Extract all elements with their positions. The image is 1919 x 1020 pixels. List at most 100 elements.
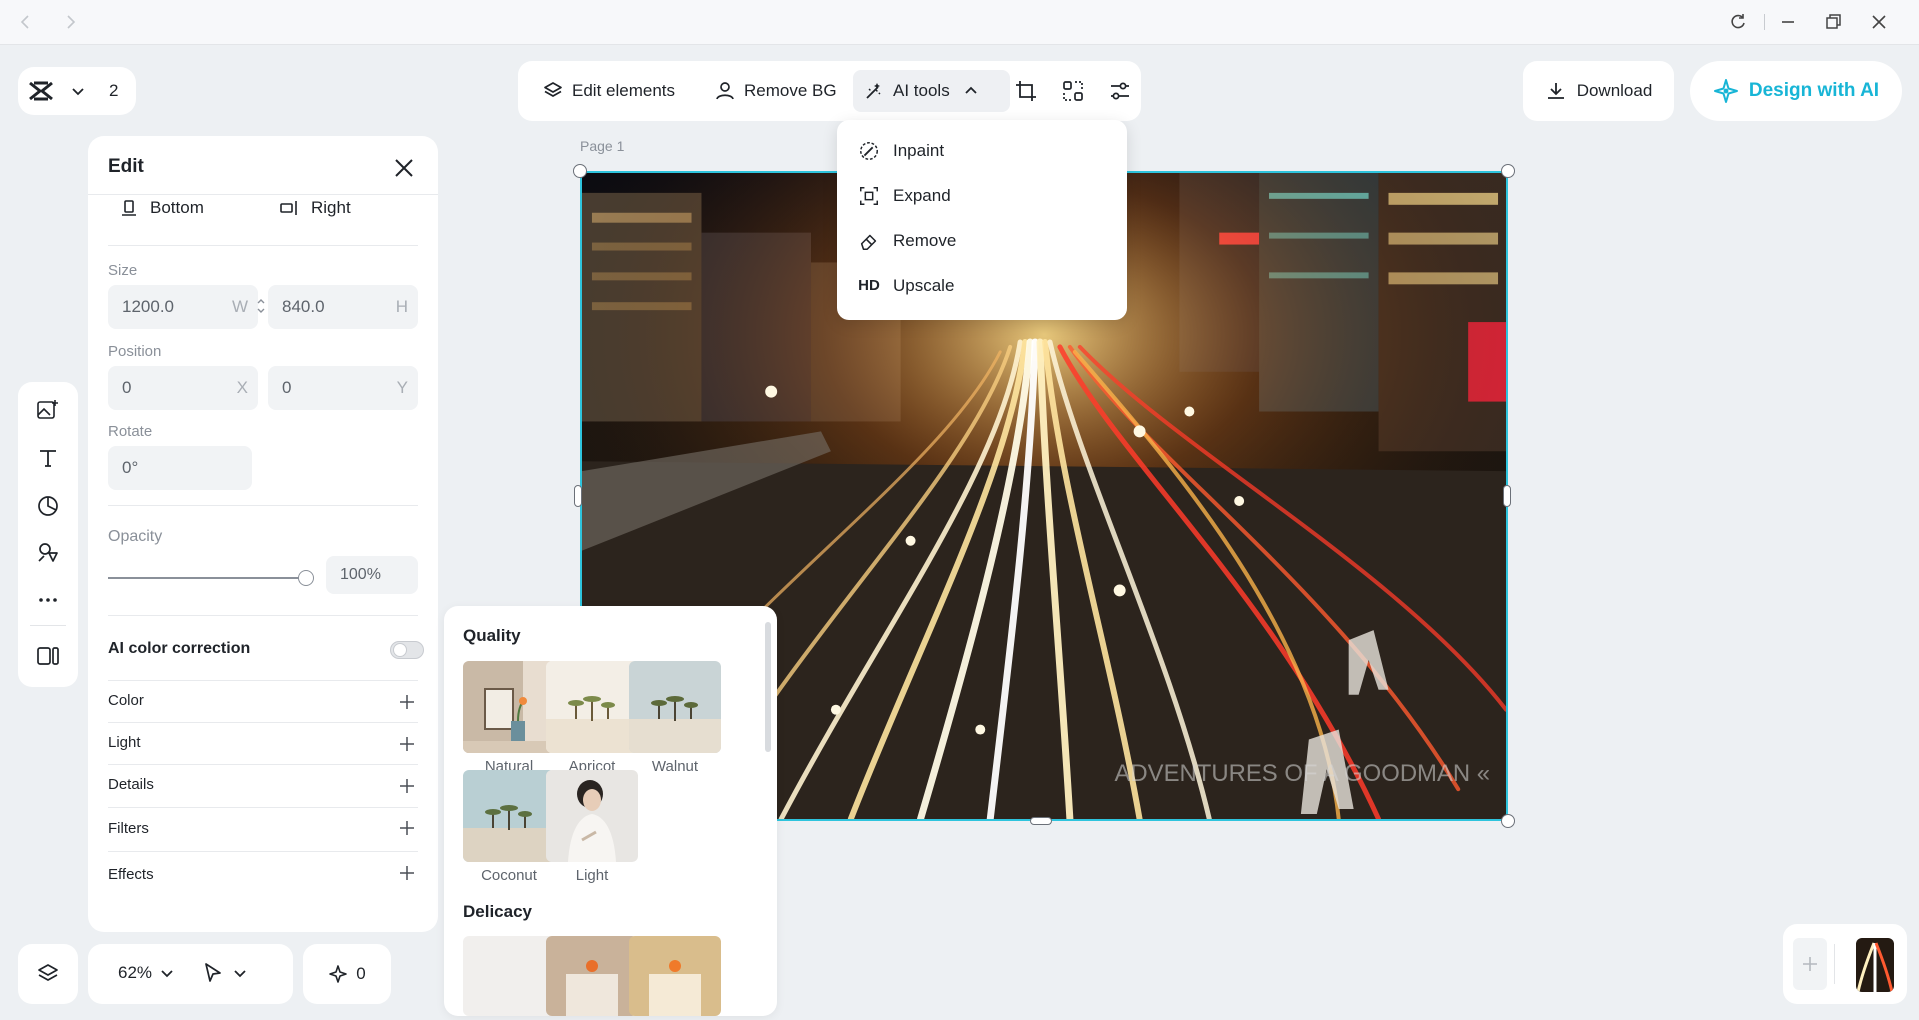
adjust-sliders-icon[interactable] xyxy=(1108,79,1132,103)
expand-light-icon[interactable] xyxy=(398,735,416,753)
section-filters-label[interactable]: Filters xyxy=(108,820,149,837)
titlebar-divider xyxy=(1764,14,1765,30)
resize-handle-left[interactable] xyxy=(574,485,582,507)
opacity-slider-track[interactable] xyxy=(108,577,306,579)
text-icon[interactable] xyxy=(36,446,60,470)
resize-handle-bottom[interactable] xyxy=(1030,817,1052,825)
position-label: Position xyxy=(108,343,162,360)
zoom-dropdown[interactable]: 62% xyxy=(118,963,174,983)
height-field[interactable]: 840.0 H xyxy=(268,285,418,329)
elements-icon[interactable] xyxy=(36,540,60,564)
close-panel-icon[interactable] xyxy=(391,155,417,181)
width-field[interactable]: 1200.0 W xyxy=(108,285,258,329)
filter-label-walnut: Walnut xyxy=(651,758,699,775)
chevron-down-icon xyxy=(70,83,86,99)
filter-thumb-delicacy-2[interactable] xyxy=(546,936,638,1016)
panel-divider xyxy=(108,851,418,852)
cursor-mode-dropdown[interactable] xyxy=(201,961,247,985)
page-thumbnail-1[interactable] xyxy=(1856,938,1894,992)
page-thumbnails-panel xyxy=(1783,924,1907,1004)
design-with-ai-button[interactable]: Design with AI xyxy=(1690,61,1902,121)
filter-thumb-coconut[interactable] xyxy=(463,770,555,862)
delicacy-thumbnail-image xyxy=(546,936,638,1016)
filter-thumb-delicacy-3[interactable] xyxy=(629,936,721,1016)
rotate-field[interactable]: 0° xyxy=(108,446,252,490)
expand-filters-icon[interactable] xyxy=(398,819,416,837)
opacity-field[interactable]: 100% xyxy=(326,556,418,594)
menu-item-inpaint[interactable]: Inpaint xyxy=(837,128,1127,173)
left-tool-rail xyxy=(18,382,78,687)
resize-handle-right[interactable] xyxy=(1503,485,1511,507)
quality-section-title: Quality xyxy=(463,626,521,645)
size-label: Size xyxy=(108,262,138,279)
ai-color-correction-label: AI color correction xyxy=(108,640,251,657)
section-effects-label[interactable]: Effects xyxy=(108,866,154,883)
filter-thumb-delicacy-1[interactable] xyxy=(463,936,555,1016)
add-image-icon[interactable] xyxy=(36,398,60,422)
filter-thumb-light[interactable] xyxy=(546,770,638,862)
expand-effects-icon[interactable] xyxy=(398,864,416,882)
align-bottom-label: Bottom xyxy=(150,198,204,217)
ai-credits-button[interactable]: 0 xyxy=(303,944,391,1004)
download-button[interactable]: Download xyxy=(1523,61,1674,121)
expand-color-icon[interactable] xyxy=(398,693,416,711)
edit-elements-button[interactable]: Edit elements xyxy=(532,70,685,112)
project-switcher[interactable]: 2 xyxy=(18,67,136,115)
section-light-label[interactable]: Light xyxy=(108,734,141,751)
resize-handle-top-right[interactable] xyxy=(1501,164,1515,178)
zoom-value: 62% xyxy=(118,963,153,982)
plus-icon xyxy=(1803,957,1817,971)
panel-divider xyxy=(108,615,418,616)
align-bottom-button[interactable]: Bottom xyxy=(120,198,204,218)
close-icon[interactable] xyxy=(1869,12,1889,32)
add-page-button[interactable] xyxy=(1793,938,1827,990)
filter-thumb-apricot[interactable] xyxy=(546,661,638,753)
section-details-label[interactable]: Details xyxy=(108,776,154,793)
crop-icon[interactable] xyxy=(1014,79,1038,103)
height-value: 840.0 xyxy=(282,297,325,316)
align-right-button[interactable]: Right xyxy=(279,198,351,218)
layers-button[interactable] xyxy=(18,944,78,1004)
ai-tools-button[interactable]: AI tools xyxy=(853,70,1010,112)
smart-select-icon[interactable] xyxy=(1061,79,1085,103)
menu-item-expand[interactable]: Expand xyxy=(837,173,1127,218)
rotate-label: Rotate xyxy=(108,423,153,440)
ai-color-correction-toggle[interactable] xyxy=(390,641,424,659)
refresh-icon[interactable] xyxy=(1728,12,1748,32)
menu-item-upscale[interactable]: HD Upscale xyxy=(837,263,1127,308)
lock-ratio-icon[interactable] xyxy=(256,297,266,315)
position-y-field[interactable]: 0 Y xyxy=(268,366,418,410)
remove-bg-button[interactable]: Remove BG xyxy=(704,70,847,112)
panel-divider xyxy=(108,764,418,765)
menu-item-remove[interactable]: Remove xyxy=(837,218,1127,263)
ai-tools-label: AI tools xyxy=(893,81,950,100)
position-x-field[interactable]: 0 X xyxy=(108,366,258,410)
resize-handle-bottom-right[interactable] xyxy=(1501,814,1515,828)
ai-sparkle-icon xyxy=(1713,78,1739,104)
panel-divider xyxy=(108,505,418,506)
opacity-slider-thumb[interactable] xyxy=(298,570,314,586)
expand-details-icon[interactable] xyxy=(398,777,416,795)
back-icon[interactable] xyxy=(16,12,36,32)
position-x-value: 0 xyxy=(122,378,132,397)
filter-thumb-walnut[interactable] xyxy=(629,661,721,753)
restore-icon[interactable] xyxy=(1823,12,1843,32)
resize-handle-top-left[interactable] xyxy=(573,164,587,178)
edit-panel: Edit Bottom Right Size 1200.0 W 840.0 H … xyxy=(88,136,438,932)
forward-icon[interactable] xyxy=(60,12,80,32)
panel-toggle-icon[interactable] xyxy=(36,644,60,668)
ai-credits-count: 0 xyxy=(356,964,366,983)
more-icon[interactable] xyxy=(36,588,60,612)
panel-divider xyxy=(108,245,418,246)
position-y-value: 0 xyxy=(282,378,292,397)
window-titlebar xyxy=(0,0,1919,45)
shapes-icon[interactable] xyxy=(36,494,60,518)
position-y-suffix: Y xyxy=(396,378,408,397)
filter-thumb-natural[interactable] xyxy=(463,661,555,753)
minimize-icon[interactable] xyxy=(1778,12,1798,32)
popup-scrollbar[interactable] xyxy=(765,622,771,752)
eraser-icon xyxy=(857,229,881,253)
menu-item-label: Upscale xyxy=(893,275,955,295)
section-color-label[interactable]: Color xyxy=(108,692,144,709)
align-right-icon xyxy=(279,199,299,217)
